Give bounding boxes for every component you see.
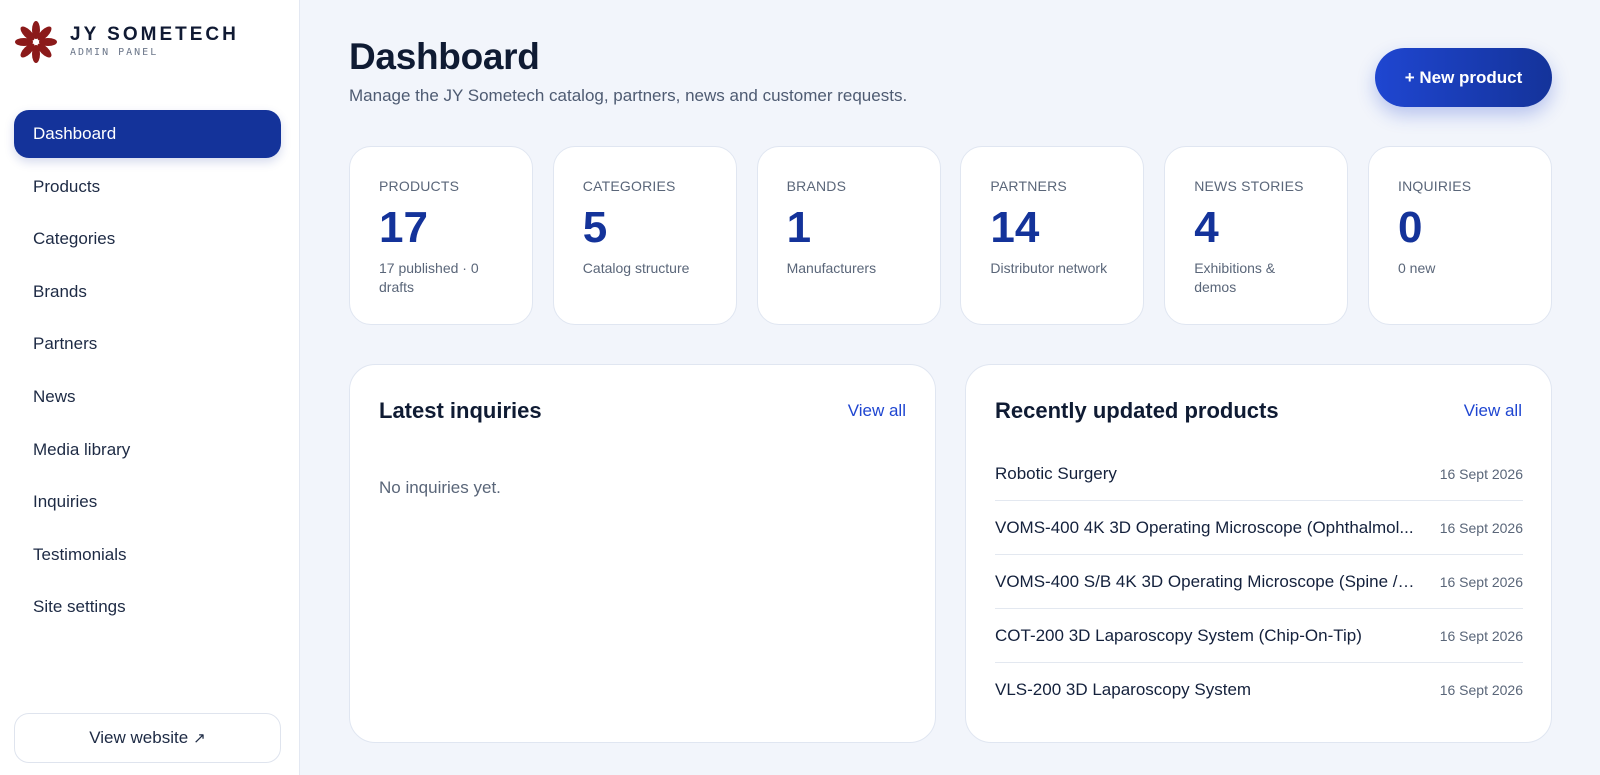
view-website-button[interactable]: View website ↗ [14,713,281,763]
page-title: Dashboard [349,36,540,77]
stat-card-brands[interactable]: BRANDS 1 Manufacturers [756,146,941,325]
stats-row: PRODUCTS 17 17 published · 0 drafts CATE… [349,146,1552,325]
product-name[interactable]: Robotic Surgery [995,464,1117,484]
list-item[interactable]: VLS-200 3D Laparoscopy System 16 Sept 20… [995,663,1523,717]
stat-value: 17 [379,203,428,252]
stat-card-news-stories[interactable]: NEWS STORIES 4 Exhibitions & demos [1164,146,1349,325]
stat-value: 1 [786,203,812,252]
latest-inquiries-panel: Latest inquiries View all No inquiries y… [349,364,936,743]
products-view-all-link[interactable]: View all [1464,401,1522,421]
stat-label: INQUIRIES [1397,178,1472,194]
stat-value: 14 [990,203,1040,252]
sidebar-item-categories[interactable]: Categories [14,215,281,263]
product-date: 16 Sept 2026 [1439,573,1523,590]
stat-caption: 17 published · 0 drafts [379,260,479,295]
sidebar-item-testimonials[interactable]: Testimonials [14,531,281,579]
sidebar-item-dashboard[interactable]: Dashboard [14,110,281,158]
list-item[interactable]: VOMS-400 4K 3D Operating Microscope (Oph… [995,501,1523,555]
product-name[interactable]: COT-200 3D Laparoscopy System (Chip-On-T… [995,626,1362,646]
product-name[interactable]: VOMS-400 4K 3D Operating Microscope (Oph… [995,518,1414,538]
stat-caption: Catalog structure [582,260,690,276]
view-website-label: View website [89,728,189,747]
sidebar-item-partners[interactable]: Partners [14,320,281,368]
arrow-up-right-icon: ↗ [193,730,206,747]
stat-caption: Distributor network [990,260,1108,276]
panel-title: Recently updated products [995,398,1279,423]
product-date: 16 Sept 2026 [1439,465,1523,482]
recent-products-panel: Recently updated products View all Robot… [965,364,1552,743]
stat-value: 0 [1397,203,1423,252]
stat-label: PRODUCTS [379,178,460,194]
sidebar-nav: Dashboard Products Categories Brands Par… [14,110,281,636]
sidebar-item-media-library[interactable]: Media library [14,426,281,474]
sidebar-item-brands[interactable]: Brands [14,268,281,316]
main-content: Dashboard Manage the JY Sometech catalog… [349,0,1552,775]
stat-label: CATEGORIES [582,178,676,194]
product-name[interactable]: VLS-200 3D Laparoscopy System [995,680,1251,700]
stat-card-partners[interactable]: PARTNERS 14 Distributor network [960,146,1145,325]
stat-label: PARTNERS [990,178,1067,194]
stat-label: NEWS STORIES [1194,178,1304,194]
panel-title: Latest inquiries [379,398,542,423]
brand[interactable]: JY SOMETECH ADMIN PANEL [14,20,239,64]
sidebar-item-inquiries[interactable]: Inquiries [14,478,281,526]
brand-name: JY SOMETECH [70,24,239,45]
stat-label: BRANDS [786,178,847,194]
stat-value: 4 [1194,203,1219,252]
stat-card-inquiries[interactable]: INQUIRIES 0 0 new [1367,146,1552,325]
empty-message: No inquiries yet. [379,478,501,497]
brand-subtitle: ADMIN PANEL [70,47,159,58]
stat-value: 5 [582,203,608,252]
sidebar-item-products[interactable]: Products [14,163,281,211]
stat-card-categories[interactable]: CATEGORIES 5 Catalog structure [552,146,737,325]
inquiries-view-all-link[interactable]: View all [848,401,906,421]
product-date: 16 Sept 2026 [1439,682,1523,698]
product-list: Robotic Surgery 16 Sept 2026 VOMS-400 4K… [995,447,1523,717]
sidebar-item-site-settings[interactable]: Site settings [14,583,281,631]
flower-logo-icon [15,21,57,63]
stat-caption: 0 new [1397,260,1436,276]
sidebar-item-news[interactable]: News [14,373,281,421]
product-date: 16 Sept 2026 [1439,627,1523,644]
page-subtitle: Manage the JY Sometech catalog, partners… [349,86,908,105]
new-product-button[interactable]: + New product [1375,48,1552,107]
product-name[interactable]: VOMS-400 S/B 4K 3D Operating Microscope … [995,572,1415,592]
list-item[interactable]: Robotic Surgery 16 Sept 2026 [995,447,1523,501]
stat-caption: Exhibitions & demos [1194,260,1276,295]
sidebar: JY SOMETECH ADMIN PANEL Dashboard Produc… [0,0,300,775]
list-item[interactable]: VOMS-400 S/B 4K 3D Operating Microscope … [995,555,1523,609]
stat-caption: Manufacturers [786,260,877,276]
list-item[interactable]: COT-200 3D Laparoscopy System (Chip-On-T… [995,609,1523,663]
stat-card-products[interactable]: PRODUCTS 17 17 published · 0 drafts [349,146,533,325]
product-date: 16 Sept 2026 [1439,519,1523,536]
